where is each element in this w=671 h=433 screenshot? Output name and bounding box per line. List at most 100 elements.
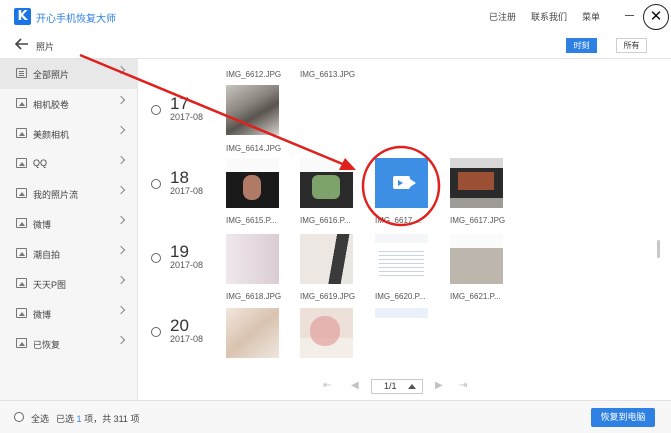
- photo-thumbnail[interactable]: [226, 85, 279, 135]
- video-thumbnail[interactable]: [375, 158, 428, 208]
- contact-us-link[interactable]: 联系我们: [531, 10, 567, 23]
- sidebar-item-recovered[interactable]: 已恢复: [0, 329, 138, 359]
- minimize-icon[interactable]: [625, 15, 634, 16]
- file-name: IMG_6617....: [375, 216, 422, 225]
- chevron-right-icon: [116, 155, 126, 165]
- tab-all[interactable]: 所有: [616, 38, 647, 53]
- selected-count: 1: [76, 414, 82, 424]
- photo-thumbnail[interactable]: [450, 158, 503, 208]
- group-day: 17: [170, 94, 189, 113]
- close-icon[interactable]: ✕: [643, 4, 669, 30]
- first-page-button[interactable]: ⇤: [323, 380, 331, 391]
- select-all-radio[interactable]: [14, 412, 24, 422]
- image-icon: [16, 188, 27, 198]
- file-name: IMG_6621.P...: [450, 292, 501, 301]
- sidebar-item-pitu[interactable]: 天天P图: [0, 269, 138, 299]
- sidebar-item-label: 全部照片: [33, 70, 70, 80]
- caret-up-icon: [408, 384, 416, 389]
- group-select-radio[interactable]: [151, 105, 161, 115]
- chevron-right-icon: [116, 95, 126, 105]
- sidebar-item-label: 微博: [33, 220, 52, 230]
- image-icon: [16, 218, 27, 228]
- chevron-right-icon: [116, 335, 126, 345]
- group-day: 20: [170, 316, 189, 335]
- photo-grid: IMG_6612.JPG IMG_6613.JPG 17 2017-08 IMG…: [139, 60, 671, 374]
- group-month: 2017-08: [170, 112, 204, 122]
- selection-suffix: 项: [130, 414, 140, 424]
- left-arrow-icon[interactable]: [14, 37, 29, 54]
- group-select-radio[interactable]: [151, 253, 161, 263]
- group-day: 19: [170, 242, 189, 261]
- scrollbar-thumb[interactable]: [657, 240, 660, 258]
- selection-prefix: 已选: [56, 414, 75, 424]
- select-all-label[interactable]: 全选: [31, 412, 49, 425]
- image-icon: [16, 338, 27, 348]
- group-month: 2017-08: [170, 260, 204, 270]
- photo-thumbnail[interactable]: [375, 308, 428, 358]
- sidebar-item-label: 相机胶卷: [33, 100, 70, 110]
- app-title: 开心手机恢复大师: [36, 14, 116, 25]
- sidebar-item-weibo-2[interactable]: 微博: [0, 299, 138, 329]
- file-name: IMG_6619.JPG: [300, 292, 356, 301]
- file-name: IMG_6617.JPG: [450, 216, 506, 225]
- page-title: 照片: [36, 42, 55, 52]
- chevron-right-icon: [116, 215, 126, 225]
- photo-thumbnail[interactable]: [300, 234, 353, 284]
- group-select-radio[interactable]: [151, 179, 161, 189]
- chevron-right-icon: [116, 245, 126, 255]
- sidebar-item-label: 天天P图: [33, 280, 67, 290]
- file-name: IMG_6612.JPG: [226, 70, 282, 79]
- photo-thumbnail[interactable]: [450, 234, 503, 284]
- app-logo: K: [14, 8, 31, 25]
- sidebar-item-label: 我的照片流: [33, 190, 79, 200]
- title-bar: K 开心手机恢复大师 已注册 联系我们 菜单 ✕: [0, 0, 671, 33]
- photo-thumbnail[interactable]: [226, 308, 279, 358]
- photo-thumbnail[interactable]: [375, 234, 428, 284]
- sub-toolbar: 照片 时刻 所有: [0, 33, 671, 59]
- image-icon: [16, 308, 27, 318]
- selection-summary: 已选 1 项，共 311 项: [56, 412, 139, 425]
- page-number: 1/1: [384, 381, 397, 391]
- selection-mid: 项，共: [84, 414, 112, 424]
- prev-page-button[interactable]: ◀: [351, 380, 359, 391]
- next-page-button[interactable]: ▶: [435, 380, 443, 391]
- sidebar-item-all-photos[interactable]: 全部照片: [0, 59, 138, 89]
- image-icon: [16, 158, 27, 168]
- last-page-button[interactable]: ⇥: [459, 380, 467, 391]
- photo-thumbnail[interactable]: [226, 234, 279, 284]
- file-name: IMG_6615.P...: [226, 216, 277, 225]
- video-camera-icon: [393, 176, 416, 189]
- group-day: 18: [170, 168, 189, 187]
- sidebar-item-label: 潮自拍: [33, 250, 61, 260]
- group-month: 2017-08: [170, 186, 204, 196]
- document-icon: [16, 68, 27, 78]
- sidebar-item-weibo[interactable]: 微博: [0, 209, 138, 239]
- file-name: IMG_6613.JPG: [300, 70, 356, 79]
- image-icon: [16, 128, 27, 138]
- recover-to-computer-button[interactable]: 恢复到电脑: [591, 408, 655, 427]
- file-name: IMG_6616.P...: [300, 216, 351, 225]
- page-indicator[interactable]: 1/1: [371, 379, 423, 394]
- chevron-right-icon: [116, 275, 126, 285]
- sidebar-item-photo-stream[interactable]: 我的照片流: [0, 179, 138, 209]
- image-icon: [16, 98, 27, 108]
- sidebar-item-qq[interactable]: QQ: [0, 149, 138, 179]
- chevron-right-icon: [116, 65, 126, 75]
- chevron-right-icon: [116, 305, 126, 315]
- photo-thumbnail[interactable]: [300, 158, 353, 208]
- footer-bar: 全选 已选 1 项，共 311 项 恢复到电脑: [0, 400, 671, 433]
- photo-thumbnail[interactable]: [226, 158, 279, 208]
- group-select-radio[interactable]: [151, 327, 161, 337]
- sidebar-item-camera-roll[interactable]: 相机胶卷: [0, 89, 138, 119]
- menu-link[interactable]: 菜单: [582, 10, 600, 23]
- sidebar-item-beauty-camera[interactable]: 美颜相机: [0, 119, 138, 149]
- chevron-right-icon: [116, 185, 126, 195]
- sidebar-item-label: 美颜相机: [33, 130, 70, 140]
- file-name: IMG_6620.P...: [375, 292, 426, 301]
- photo-thumbnail[interactable]: [300, 308, 353, 358]
- registered-link[interactable]: 已注册: [489, 10, 516, 23]
- group-month: 2017-08: [170, 334, 204, 344]
- sidebar-item-selfie[interactable]: 潮自拍: [0, 239, 138, 269]
- tab-time[interactable]: 时刻: [566, 38, 597, 53]
- sidebar-item-label: 微博: [33, 310, 52, 320]
